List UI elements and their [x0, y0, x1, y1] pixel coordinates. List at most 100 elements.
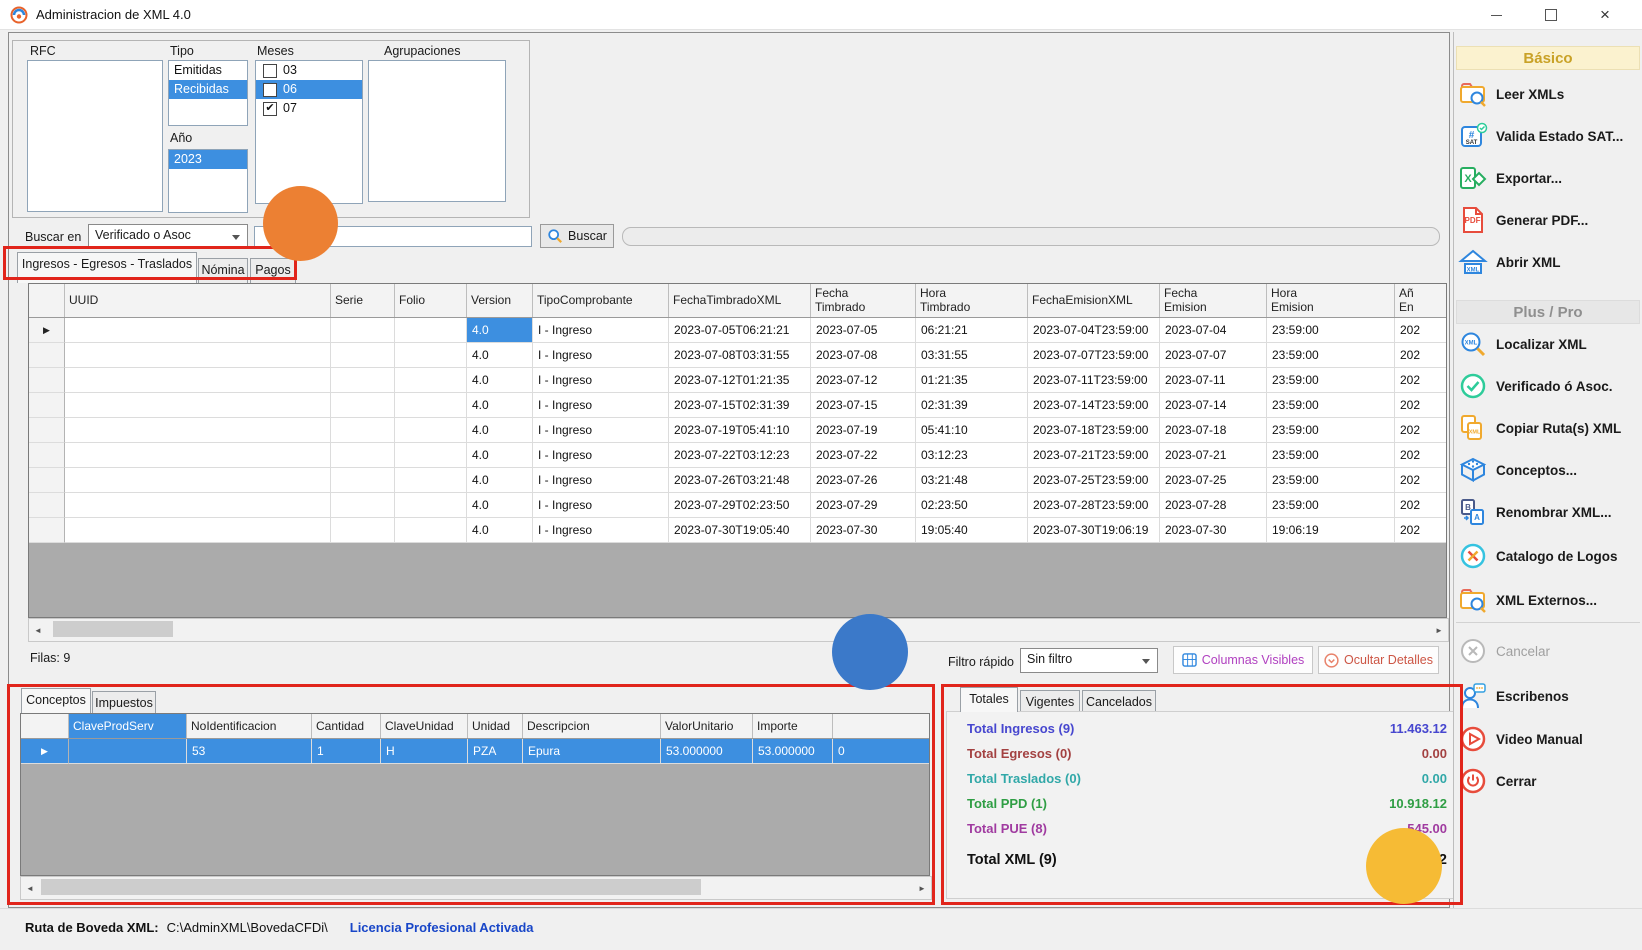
cell[interactable]: 23:59:00 — [1267, 418, 1395, 443]
cell[interactable]: 202 — [1395, 368, 1447, 393]
row-header[interactable] — [29, 443, 65, 468]
minimize-button[interactable] — [1473, 0, 1519, 30]
cell[interactable] — [331, 443, 395, 468]
cell[interactable]: 4.0 — [467, 318, 533, 343]
cell[interactable]: 202 — [1395, 468, 1447, 493]
cell[interactable]: 2023-07-08 — [811, 343, 916, 368]
row-header[interactable] — [29, 493, 65, 518]
table-row[interactable]: ▶4.0I - Ingreso2023-07-05T06:21:212023-0… — [29, 318, 1446, 343]
cell[interactable] — [331, 468, 395, 493]
row-header[interactable] — [29, 343, 65, 368]
cell[interactable]: 01:21:35 — [916, 368, 1028, 393]
sidebar-item-copiar-rutas-xml[interactable]: XML Copiar Ruta(s) XML — [1458, 409, 1640, 447]
cell[interactable]: 2023-07-19 — [811, 418, 916, 443]
buscar-en-combobox[interactable]: Verificado o Asoc — [88, 224, 248, 248]
cell[interactable]: 202 — [1395, 418, 1447, 443]
cell[interactable] — [331, 493, 395, 518]
cell[interactable]: 2023-07-18T23:59:00 — [1028, 418, 1160, 443]
cell[interactable] — [65, 518, 331, 543]
row-header[interactable] — [29, 418, 65, 443]
cell[interactable]: 2023-07-28 — [1160, 493, 1267, 518]
tipo-option[interactable]: Emitidas — [169, 61, 247, 80]
cell[interactable]: 202 — [1395, 393, 1447, 418]
cell[interactable]: 2023-07-14T23:59:00 — [1028, 393, 1160, 418]
cell[interactable]: 2023-07-29 — [811, 493, 916, 518]
cell[interactable]: 2023-07-05 — [811, 318, 916, 343]
cell[interactable]: 202 — [1395, 518, 1447, 543]
cell[interactable] — [65, 368, 331, 393]
cell[interactable]: 23:59:00 — [1267, 393, 1395, 418]
col-tipocomprobante[interactable]: TipoComprobante — [533, 284, 669, 317]
cell[interactable]: 23:59:00 — [1267, 493, 1395, 518]
cell[interactable]: 23:59:00 — [1267, 468, 1395, 493]
scrollbar-thumb[interactable] — [53, 621, 173, 637]
cell[interactable] — [395, 468, 467, 493]
cell[interactable]: 2023-07-04 — [1160, 318, 1267, 343]
cell[interactable]: I - Ingreso — [533, 493, 669, 518]
cell[interactable]: 2023-07-25 — [1160, 468, 1267, 493]
sidebar-item-leer-xmls[interactable]: Leer XMLs — [1458, 75, 1640, 113]
cell[interactable]: 2023-07-05T06:21:21 — [669, 318, 811, 343]
tipo-option[interactable]: Recibidas — [169, 80, 247, 99]
cell[interactable]: 19:05:40 — [916, 518, 1028, 543]
cell[interactable] — [395, 418, 467, 443]
cell[interactable]: 4.0 — [467, 468, 533, 493]
cell[interactable]: 2023-07-29T02:23:50 — [669, 493, 811, 518]
anio-listbox[interactable]: 2023 — [168, 149, 248, 213]
cell[interactable] — [331, 368, 395, 393]
row-header[interactable] — [29, 518, 65, 543]
cell[interactable] — [65, 468, 331, 493]
col-version[interactable]: Version — [467, 284, 533, 317]
cell[interactable]: 2023-07-04T23:59:00 — [1028, 318, 1160, 343]
cell[interactable]: 03:21:48 — [916, 468, 1028, 493]
cell[interactable]: 2023-07-14 — [1160, 393, 1267, 418]
col-serie[interactable]: Serie — [331, 284, 395, 317]
cell[interactable]: 23:59:00 — [1267, 443, 1395, 468]
table-row[interactable]: 4.0I - Ingreso2023-07-08T03:31:552023-07… — [29, 343, 1446, 368]
mes-option[interactable]: 03 — [256, 61, 362, 80]
col-folio[interactable]: Folio — [395, 284, 467, 317]
cell[interactable] — [65, 343, 331, 368]
anio-option[interactable]: 2023 — [169, 150, 247, 169]
cell[interactable]: I - Ingreso — [533, 443, 669, 468]
table-row[interactable]: 4.0I - Ingreso2023-07-12T01:21:352023-07… — [29, 368, 1446, 393]
cell[interactable]: 03:12:23 — [916, 443, 1028, 468]
scroll-left-icon[interactable]: ◄ — [29, 619, 47, 641]
cell[interactable] — [395, 318, 467, 343]
cell[interactable] — [65, 443, 331, 468]
cell[interactable]: 23:59:00 — [1267, 343, 1395, 368]
row-header[interactable] — [29, 468, 65, 493]
cell[interactable]: 2023-07-07T23:59:00 — [1028, 343, 1160, 368]
cell[interactable]: 2023-07-15 — [811, 393, 916, 418]
cell[interactable] — [395, 518, 467, 543]
table-row[interactable]: 4.0I - Ingreso2023-07-30T19:05:402023-07… — [29, 518, 1446, 543]
row-header[interactable] — [29, 368, 65, 393]
ocultar-detalles-button[interactable]: Ocultar Detalles — [1318, 646, 1439, 674]
cell[interactable] — [65, 418, 331, 443]
cell[interactable]: 2023-07-08T03:31:55 — [669, 343, 811, 368]
sidebar-item-localizar-xml[interactable]: XML Localizar XML — [1458, 325, 1640, 363]
cell[interactable]: 202 — [1395, 443, 1447, 468]
cell[interactable]: 02:23:50 — [916, 493, 1028, 518]
sidebar-item-catalogo-de-logos[interactable]: Catalogo de Logos — [1458, 537, 1640, 575]
cell[interactable]: 4.0 — [467, 368, 533, 393]
main-data-grid[interactable]: UUIDSerieFolioVersionTipoComprobanteFech… — [28, 283, 1447, 618]
cell[interactable]: 06:21:21 — [916, 318, 1028, 343]
checkbox-icon[interactable] — [263, 64, 277, 78]
col-hora-emision[interactable]: HoraEmision — [1267, 284, 1395, 317]
cell[interactable]: 2023-07-26 — [811, 468, 916, 493]
cell[interactable]: I - Ingreso — [533, 318, 669, 343]
cell[interactable]: 2023-07-07 — [1160, 343, 1267, 368]
sidebar-item-escribenos[interactable]: Escribenos — [1458, 677, 1640, 715]
cell[interactable]: 2023-07-25T23:59:00 — [1028, 468, 1160, 493]
cell[interactable]: I - Ingreso — [533, 393, 669, 418]
sidebar-item-conceptos[interactable]: Conceptos... — [1458, 451, 1640, 489]
cell[interactable]: 2023-07-19T05:41:10 — [669, 418, 811, 443]
cell[interactable]: 202 — [1395, 493, 1447, 518]
col-anio-emision-clipped[interactable]: AñEn — [1395, 284, 1447, 317]
cell[interactable]: 23:59:00 — [1267, 318, 1395, 343]
cell[interactable]: I - Ingreso — [533, 368, 669, 393]
sidebar-item-generar-pdf[interactable]: PDF Generar PDF... — [1458, 201, 1640, 239]
cell[interactable]: I - Ingreso — [533, 518, 669, 543]
checkbox-icon[interactable] — [263, 83, 277, 97]
